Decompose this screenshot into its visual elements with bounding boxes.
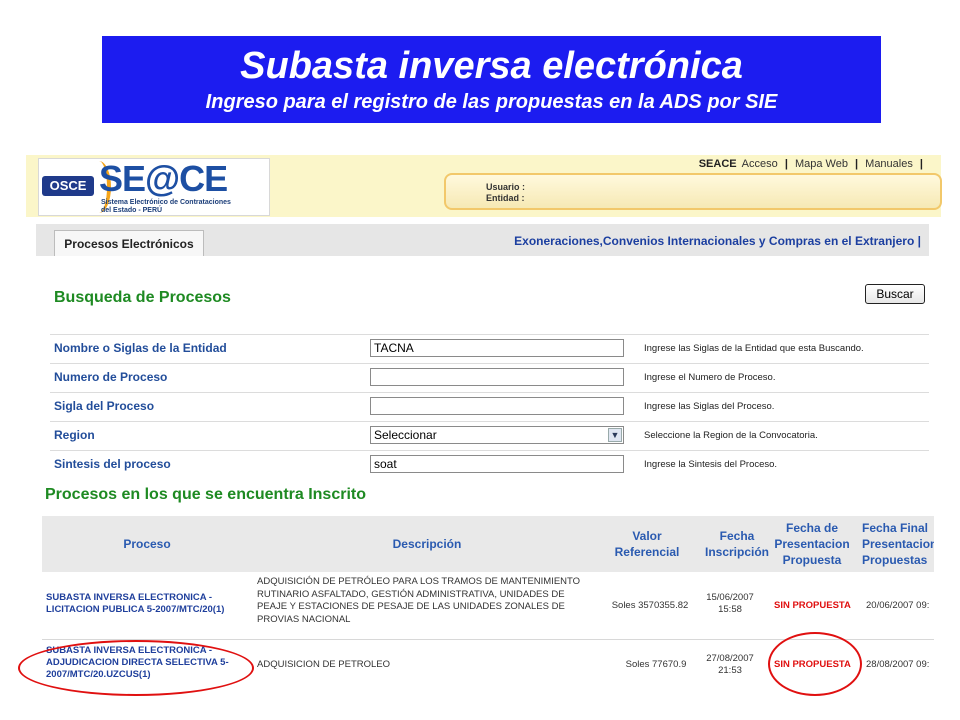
tab-procesos-electronicos[interactable]: Procesos Electrónicos	[54, 230, 204, 257]
fecha-inscripcion-cell: 27/08/2007 21:53	[697, 653, 763, 677]
seace-link[interactable]: SEACE	[699, 158, 737, 170]
descripcion-line: ADQUISICIÓN DE PETRÓLEO PARA LOS TRAMOS …	[257, 576, 581, 587]
highlight-oval-proceso	[18, 640, 254, 696]
entidad-help: Ingrese las Siglas de la Entidad que est…	[644, 343, 864, 354]
mapa-web-link[interactable]: Mapa Web	[795, 158, 848, 170]
slide-title: Subasta inversa electrónica	[240, 45, 743, 87]
descripcion-line: PEAJE Y ESTACIONES DE PESAJE DE LAS UNID…	[257, 601, 565, 612]
header-proceso: Proceso	[123, 537, 171, 551]
region-select[interactable]: Seleccionar ▼	[370, 426, 624, 444]
header-fecha-pres-line-1: Fecha de	[785, 521, 839, 535]
region-field-label: Region	[54, 428, 95, 442]
proceso-line: LICITACION PUBLICA 5-2007/MTC/20(1)	[46, 604, 225, 615]
header-fecha-pres-line-3: Propuesta	[782, 553, 842, 567]
link-separator: |	[784, 158, 788, 170]
logo-sub-line-2: del Estado - PERÚ	[101, 207, 163, 214]
highlight-oval-sin-propuesta	[768, 632, 862, 696]
sigla-proceso-input[interactable]	[370, 397, 624, 415]
fecha-final-cell: 20/06/2007 09:	[866, 600, 930, 611]
header-fecha-final: Fecha Final Presentacion Propuestas	[862, 520, 934, 568]
entidad-label: Entidad :	[486, 193, 525, 203]
numero-proceso-input[interactable]	[370, 368, 624, 386]
region-selected-value: Seleccionar	[374, 428, 437, 442]
fecha-inscripcion-cell: 15/06/2007 15:58	[697, 592, 763, 616]
fecha-line: 27/08/2007	[706, 653, 754, 664]
estado-sin-propuesta: SIN PROPUESTA	[774, 600, 851, 611]
fecha-line: 15/06/2007	[706, 592, 754, 603]
slide-banner: Subasta inversa electrónica Ingreso para…	[102, 36, 881, 123]
header-fecha-final-line-1: Fecha Final	[862, 521, 929, 535]
descripcion-cell: ADQUISICION DE PETROLEO	[257, 659, 607, 672]
top-links: SEACE Acceso | Mapa Web | Manuales |	[699, 158, 923, 170]
proceso-link[interactable]: SUBASTA INVERSA ELECTRONICA - LICITACION…	[46, 592, 256, 616]
sintesis-input[interactable]	[370, 455, 624, 473]
seace-logo-subtitle: Sistema Electrónico de Contrataciones de…	[101, 199, 231, 215]
descripcion-line: PROVIAS NACIONAL	[257, 613, 351, 625]
buscar-button[interactable]: Buscar	[865, 284, 925, 304]
manuales-link[interactable]: Manuales	[865, 158, 913, 170]
valor-cell: Soles 3570355.82	[611, 600, 689, 611]
sigla-help: Ingrese las Siglas del Proceso.	[644, 401, 775, 412]
table-row: SUBASTA INVERSA ELECTRONICA - LICITACION…	[42, 574, 934, 640]
logo-sub-line-1: Sistema Electrónico de Contrataciones	[101, 199, 231, 206]
header-valor-line-1: Valor	[632, 529, 662, 543]
sintesis-field-label: Sintesis del proceso	[54, 457, 171, 471]
seace-logo-text: SE@CE	[99, 158, 228, 199]
seace-header: OSCE SE@CE Sistema Electrónico de Contra…	[26, 155, 942, 217]
proceso-line: SUBASTA INVERSA ELECTRONICA -	[46, 592, 213, 603]
usuario-label: Usuario :	[486, 182, 526, 192]
descripcion-line: ADQUISICION DE PETROLEO	[257, 659, 391, 670]
exoneraciones-link[interactable]: Exoneraciones,Convenios Internacionales …	[514, 234, 921, 248]
numero-field-label: Numero de Proceso	[54, 370, 168, 384]
header-fecha-final-line-3: Propuestas	[862, 553, 928, 567]
search-panel: Busqueda de Procesos Buscar Nombre o Sig…	[36, 256, 929, 484]
tab-bar: Procesos Electrónicos Exoneraciones,Conv…	[36, 224, 929, 257]
fecha-final-cell: 28/08/2007 09:	[866, 659, 930, 670]
descripcion-line: RUTINARIO ASFALTADO, GESTIÓN ADMINISTRAT…	[257, 588, 565, 600]
sigla-field-label: Sigla del Proceso	[54, 399, 155, 413]
search-title: Busqueda de Procesos	[54, 289, 231, 306]
fecha-line: 21:53	[718, 665, 742, 676]
acceso-link[interactable]: Acceso	[742, 158, 778, 170]
table-header: Proceso Descripción Valor Referencial Fe…	[42, 516, 934, 572]
form-row-numero: Numero de Proceso Ingrese el Numero de P…	[50, 363, 929, 393]
link-separator: |	[855, 158, 859, 170]
region-help: Seleccione la Region de la Convocatoria.	[644, 430, 818, 441]
header-descripcion: Descripción	[392, 537, 462, 551]
sintesis-help: Ingrese la Sintesis del Proceso.	[644, 459, 778, 470]
descripcion-cell: ADQUISICIÓN DE PETRÓLEO PARA LOS TRAMOS …	[257, 576, 607, 626]
header-fecha-pres-line-2: Presentacion	[774, 537, 850, 551]
form-row-sigla: Sigla del Proceso Ingrese las Siglas del…	[50, 392, 929, 422]
inscritos-title: Procesos en los que se encuentra Inscrit…	[45, 486, 366, 503]
header-fecha-final-line-2: Presentacion	[862, 537, 934, 551]
chevron-down-icon[interactable]: ▼	[608, 428, 622, 442]
form-row-entidad: Nombre o Siglas de la Entidad Ingrese la…	[50, 334, 929, 364]
numero-help: Ingrese el Numero de Proceso.	[644, 372, 776, 383]
user-info-box: Usuario : Entidad :	[444, 173, 942, 210]
fecha-line: 15:58	[718, 604, 742, 615]
link-separator: |	[919, 158, 923, 170]
entidad-field-label: Nombre o Siglas de la Entidad	[54, 341, 227, 355]
valor-cell: Soles 77670.9	[625, 659, 687, 670]
seace-logo[interactable]: OSCE SE@CE Sistema Electrónico de Contra…	[38, 158, 270, 216]
header-valor: Valor Referencial	[607, 528, 687, 560]
entidad-input[interactable]	[370, 339, 624, 357]
form-row-sintesis: Sintesis del proceso Ingrese la Sintesis…	[50, 450, 929, 480]
header-valor-line-2: Referencial	[614, 545, 680, 559]
slide-subtitle: Ingreso para el registro de las propuest…	[205, 91, 778, 113]
form-row-region: Region Seleccionar ▼ Seleccione la Regio…	[50, 421, 929, 451]
header-fecha-presentacion: Fecha de Presentacion Propuesta	[762, 520, 862, 568]
